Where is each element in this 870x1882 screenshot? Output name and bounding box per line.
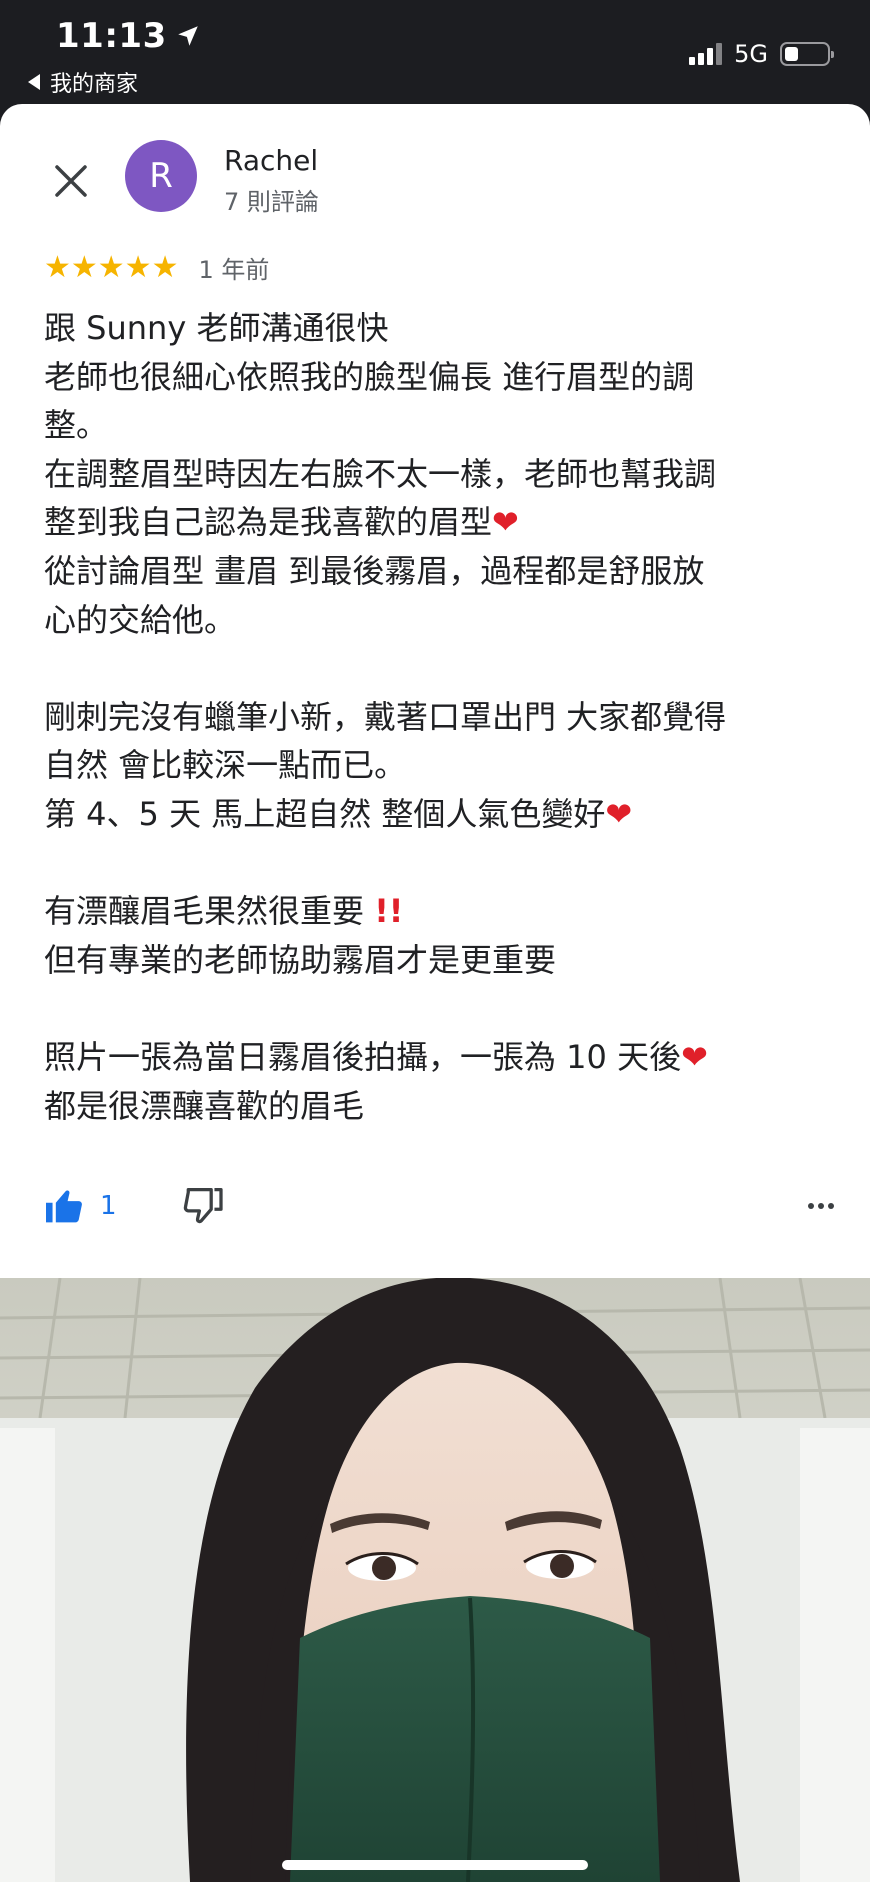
review-line: 在調整眉型時因左右臉不太一樣，老師也幫我調 xyxy=(44,454,717,493)
back-app-label: 我的商家 xyxy=(50,72,139,97)
network-label: 5G xyxy=(734,40,768,68)
heart-emoji: ❤ xyxy=(605,794,633,833)
star-rating: ★★★★★ xyxy=(44,250,179,285)
review-line: 跟 Sunny 老師溝通很快 xyxy=(44,309,389,347)
battery-icon xyxy=(780,42,834,66)
review-line-text: 整到我自己認為是我喜歡的眉型 xyxy=(44,503,493,542)
selfie-illustration xyxy=(0,1278,870,1882)
back-to-app-button[interactable]: 我的商家 xyxy=(28,66,138,98)
review-line: 老師也很細心依照我的臉型偏長 進行眉型的調 xyxy=(44,357,695,396)
double-exclamation-emoji: !! xyxy=(374,892,404,931)
review-line-text: 照片一張為當日霧眉後拍攝，一張為 10 天後 xyxy=(44,1037,682,1076)
status-time: 11:13 xyxy=(56,16,201,56)
home-indicator[interactable] xyxy=(282,1860,588,1870)
reviewer-name[interactable]: Rachel xyxy=(224,144,318,177)
like-button[interactable]: 1 xyxy=(44,1188,117,1224)
heart-emoji: ❤ xyxy=(492,503,519,542)
review-card: R Rachel 7 則評論 ★★★★★ 1 年前 跟 Sunny 老師溝通很快… xyxy=(0,104,870,1882)
review-line: 自然 會比較深一點而已。 xyxy=(44,746,407,785)
review-line xyxy=(44,644,834,693)
review-line: 都是很漂釀喜歡的眉毛 xyxy=(44,1086,365,1125)
heart-emoji: ❤ xyxy=(681,1037,708,1076)
review-line xyxy=(44,839,834,888)
review-line: 但有專業的老師協助霧眉才是更重要 xyxy=(44,940,557,979)
review-time: 1 年前 xyxy=(198,256,270,284)
review-photo[interactable] xyxy=(0,1278,870,1882)
back-triangle-icon xyxy=(28,74,40,90)
review-actions: 1 xyxy=(44,1180,834,1232)
review-line: 心的交給他。 xyxy=(44,600,237,639)
review-line xyxy=(44,984,834,1033)
like-count: 1 xyxy=(100,1191,117,1221)
status-indicators: 5G xyxy=(689,40,834,68)
thumbs-down-icon xyxy=(183,1188,223,1224)
thumbs-up-icon xyxy=(46,1190,82,1223)
review-line: 照片一張為當日霧眉後拍攝，一張為 10 天後❤ xyxy=(44,1033,834,1082)
review-line: 剛刺完沒有蠟筆小新，戴著口罩出門 大家都覺得 xyxy=(44,697,727,736)
review-text: 跟 Sunny 老師溝通很快 老師也很細心依照我的臉型偏長 進行眉型的調 整。 … xyxy=(44,304,834,1130)
reviewer-review-count: 7 則評論 xyxy=(224,188,319,216)
review-line: 整。 xyxy=(44,406,109,445)
review-line-text: 第 4、5 天 馬上超自然 整個人氣色變好 xyxy=(44,794,606,833)
dislike-button[interactable] xyxy=(183,1188,223,1224)
close-icon[interactable] xyxy=(48,158,94,204)
more-options-icon[interactable] xyxy=(808,1203,834,1209)
location-arrow-icon xyxy=(177,26,198,46)
time-text: 11:13 xyxy=(56,16,167,56)
review-line-text: 有漂釀眉毛果然很重要 xyxy=(44,892,365,931)
review-line: 整到我自己認為是我喜歡的眉型❤ xyxy=(44,498,834,547)
review-line: 第 4、5 天 馬上超自然 整個人氣色變好❤ xyxy=(44,790,834,839)
review-line: 有漂釀眉毛果然很重要 !! xyxy=(44,887,834,936)
status-bar: 11:13 我的商家 5G xyxy=(0,0,870,104)
review-line: 從討論眉型 畫眉 到最後霧眉，過程都是舒服放 xyxy=(44,551,705,590)
cellular-signal-icon xyxy=(689,43,723,65)
avatar[interactable]: R xyxy=(125,140,197,212)
rating-row: ★★★★★ 1 年前 xyxy=(44,250,269,285)
